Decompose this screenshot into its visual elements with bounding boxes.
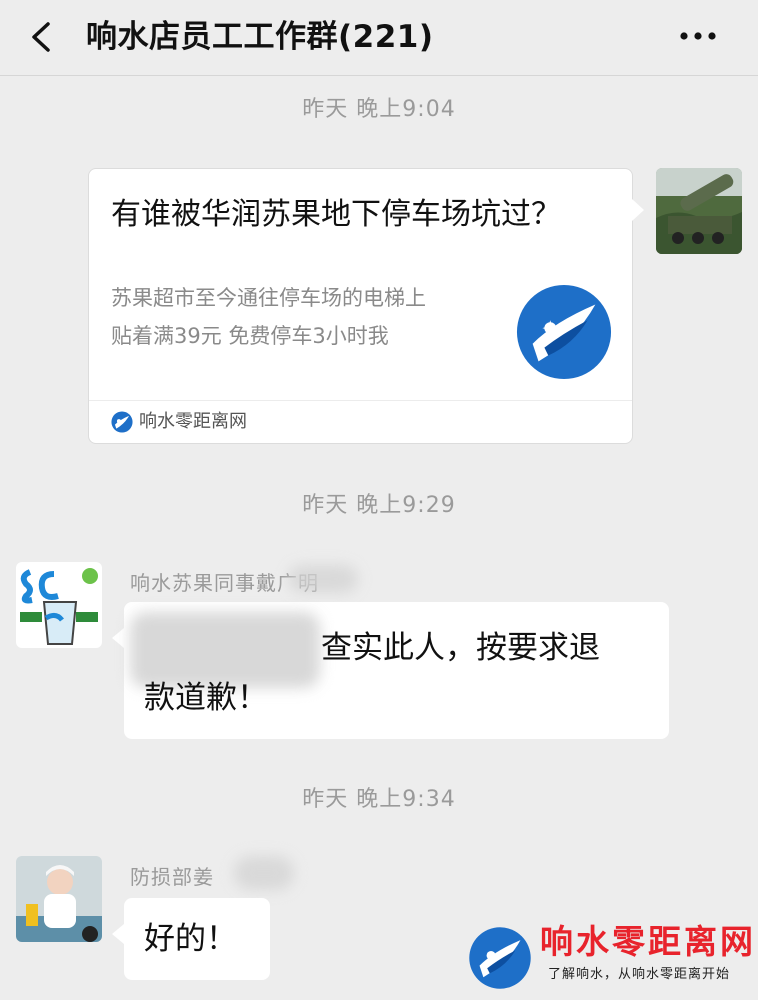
watermark-title: 响水零距离网: [540, 922, 756, 961]
link-card-desc-line: 苏果超市至今通往停车场的电梯上: [111, 286, 426, 310]
xiangshui-logo-icon: [111, 411, 133, 433]
card-divider: [89, 400, 632, 401]
child-photo-avatar: [16, 856, 102, 942]
more-dots-icon: [680, 32, 716, 40]
bubble-tail: [112, 924, 124, 944]
missile-vehicle-avatar: [656, 168, 742, 254]
back-button[interactable]: [22, 14, 62, 60]
message-timestamp: 昨天 晚上9:29: [302, 493, 456, 518]
message-text-line: 查实此人，按要求退: [321, 630, 600, 666]
message-bubble[interactable]: 查实此人，按要求退 款道歉！: [112, 602, 669, 739]
suguo-logo-avatar: [16, 562, 102, 648]
chat-title: 响水店员工工作群(221): [86, 19, 434, 55]
privacy-blur: [234, 856, 294, 890]
link-card-description: 苏果超市至今通往停车场的电梯上 贴着满39元 免费停车3小时我: [111, 279, 506, 355]
shared-link-card[interactable]: 有谁被华润苏果地下停车场坑过？ 苏果超市至今通往停车场的电梯上 贴着满39元 免…: [88, 168, 644, 444]
message-bubble[interactable]: 好的！: [112, 898, 270, 980]
link-card-title: 有谁被华润苏果地下停车场坑过？: [111, 197, 561, 232]
xiangshui-logo-icon: [469, 927, 531, 989]
sender-avatar[interactable]: [16, 856, 102, 942]
sender-avatar[interactable]: [656, 168, 742, 254]
bubble-tail: [112, 628, 124, 648]
link-card-desc-line: 贴着满39元 免费停车3小时我: [111, 324, 389, 348]
sender-avatar[interactable]: [16, 562, 102, 648]
xiangshui-logo-thumbnail: [516, 284, 612, 380]
watermark-subtitle: 了解响水，从响水零距离开始: [548, 967, 731, 982]
chat-header: 响水店员工工作群(221): [0, 0, 758, 76]
privacy-blur: [288, 565, 358, 593]
message-text-line: 款道歉！: [144, 680, 268, 716]
link-card-source: 响水零距离网: [139, 411, 247, 432]
message-timestamp: 昨天 晚上9:04: [302, 97, 456, 122]
message-text: 好的！: [144, 921, 237, 957]
sender-name: 防损部姜: [130, 865, 214, 889]
message-timestamp: 昨天 晚上9:34: [302, 787, 456, 812]
bubble-tail: [632, 199, 644, 221]
more-options-button[interactable]: [674, 16, 722, 56]
back-chevron-icon: [32, 22, 50, 52]
